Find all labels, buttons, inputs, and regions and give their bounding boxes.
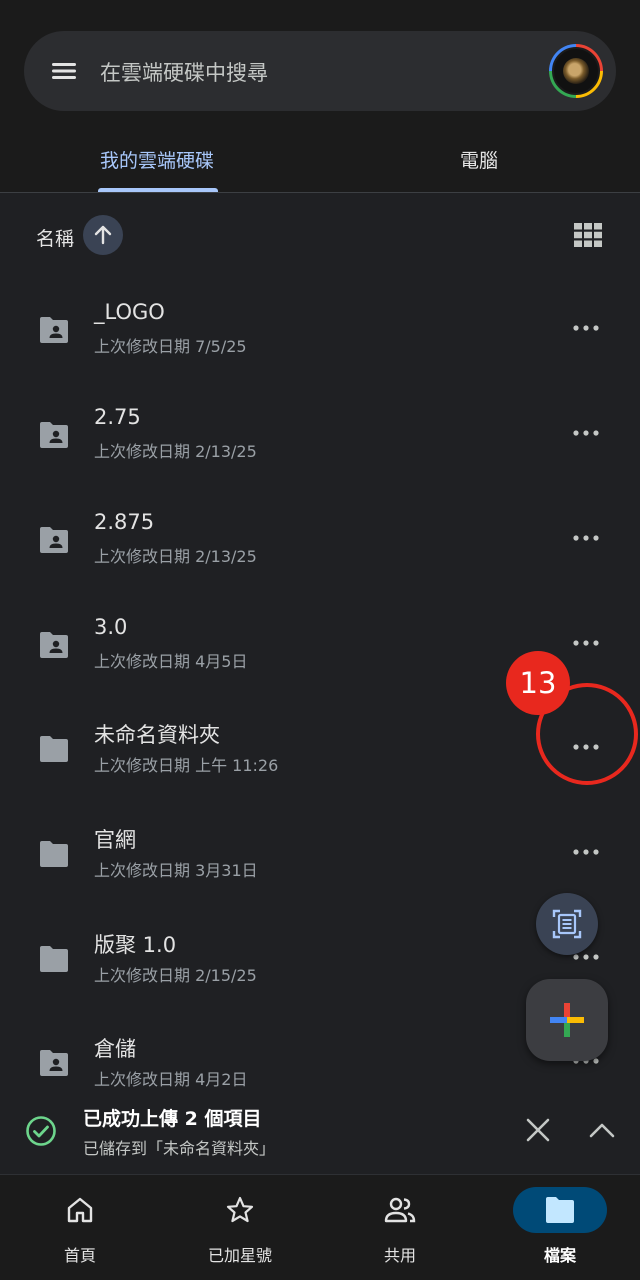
nav-home[interactable]: 首頁	[0, 1175, 160, 1280]
more-options-button[interactable]	[566, 312, 606, 344]
more-horizontal-icon	[573, 849, 599, 855]
more-horizontal-icon	[573, 325, 599, 331]
plus-icon	[550, 1003, 584, 1037]
avatar-image	[563, 58, 589, 84]
close-icon[interactable]	[524, 1116, 552, 1144]
file-name: _LOGO	[94, 300, 165, 324]
bottom-navigation: 首頁 已加星號 共用 檔案	[0, 1175, 640, 1280]
new-item-button[interactable]	[526, 979, 608, 1061]
people-icon	[384, 1197, 416, 1223]
file-modified-date: 上次修改日期 2/15/25	[94, 966, 257, 985]
file-modified-date: 上次修改日期 4月5日	[94, 652, 248, 671]
nav-label: 已加星號	[207, 1246, 272, 1265]
folder-icon	[40, 946, 68, 972]
home-icon	[67, 1197, 93, 1223]
star-icon	[226, 1196, 254, 1223]
file-name: 3.0	[94, 615, 128, 639]
more-horizontal-icon	[573, 640, 599, 646]
more-options-button[interactable]	[566, 627, 606, 659]
shared-folder-icon	[40, 317, 68, 343]
arrow-up-icon	[94, 225, 112, 245]
more-horizontal-icon	[573, 954, 599, 960]
list-item[interactable]: _LOGO 上次修改日期 7/5/25	[0, 288, 640, 392]
grid-view-icon[interactable]	[574, 223, 602, 247]
upload-status-title: 已成功上傳 2 個項目	[83, 1108, 262, 1130]
nav-starred[interactable]: 已加星號	[160, 1175, 320, 1280]
search-input[interactable]: 在雲端硬碟中搜尋	[100, 57, 268, 87]
file-name: 倉儲	[94, 1037, 136, 1061]
more-options-button[interactable]	[566, 522, 606, 554]
file-name: 未命名資料夾	[94, 723, 220, 747]
scan-document-button[interactable]	[536, 893, 598, 955]
sort-direction-button[interactable]	[83, 215, 123, 255]
app-header: 在雲端硬碟中搜尋 我的雲端硬碟 電腦	[0, 0, 640, 193]
nav-label: 檔案	[543, 1246, 576, 1265]
list-item[interactable]: 2.875 上次修改日期 2/13/25	[0, 498, 640, 602]
upload-status-subtitle: 已儲存到「未命名資料夾」	[83, 1139, 276, 1158]
document-scanner-icon	[552, 909, 582, 939]
more-options-button[interactable]	[566, 836, 606, 868]
file-name: 版聚 1.0	[94, 933, 177, 957]
nav-shared[interactable]: 共用	[320, 1175, 480, 1280]
nav-label: 共用	[383, 1246, 416, 1265]
chevron-up-icon[interactable]	[588, 1116, 616, 1144]
shared-folder-icon	[40, 527, 68, 553]
check-circle-icon	[26, 1116, 56, 1146]
file-modified-date: 上次修改日期 2/13/25	[94, 442, 257, 461]
list-item[interactable]: 官網 上次修改日期 3月31日	[0, 812, 640, 916]
header-divider	[0, 192, 640, 193]
list-item[interactable]: 2.75 上次修改日期 2/13/25	[0, 393, 640, 497]
file-modified-date: 上次修改日期 2/13/25	[94, 547, 257, 566]
file-modified-date: 上次修改日期 4月2日	[94, 1070, 248, 1089]
file-modified-date: 上次修改日期 7/5/25	[94, 337, 247, 356]
search-bar[interactable]: 在雲端硬碟中搜尋	[24, 31, 616, 111]
more-options-button[interactable]	[566, 417, 606, 449]
shared-folder-icon	[40, 1050, 68, 1076]
folder-icon	[40, 736, 68, 762]
file-modified-date: 上次修改日期 上午 11:26	[94, 756, 279, 775]
tab-my-drive[interactable]: 我的雲端硬碟	[100, 146, 214, 173]
file-name: 2.875	[94, 510, 155, 534]
file-modified-date: 上次修改日期 3月31日	[94, 861, 258, 880]
folder-icon	[546, 1197, 574, 1223]
file-name: 2.75	[94, 405, 141, 429]
step-number-badge: 13	[506, 651, 570, 715]
account-avatar[interactable]	[549, 44, 603, 98]
upload-status-bar: 已成功上傳 2 個項目 已儲存到「未命名資料夾」	[0, 1090, 640, 1174]
shared-folder-icon	[40, 632, 68, 658]
more-horizontal-icon	[573, 430, 599, 436]
nav-label: 首頁	[63, 1246, 96, 1265]
nav-files[interactable]: 檔案	[480, 1175, 640, 1280]
hamburger-menu-icon[interactable]	[50, 57, 78, 85]
file-name: 官網	[94, 828, 136, 852]
tab-computers[interactable]: 電腦	[460, 146, 498, 173]
more-horizontal-icon	[573, 535, 599, 541]
shared-folder-icon	[40, 422, 68, 448]
folder-icon	[40, 841, 68, 867]
sort-label[interactable]: 名稱	[36, 224, 74, 251]
